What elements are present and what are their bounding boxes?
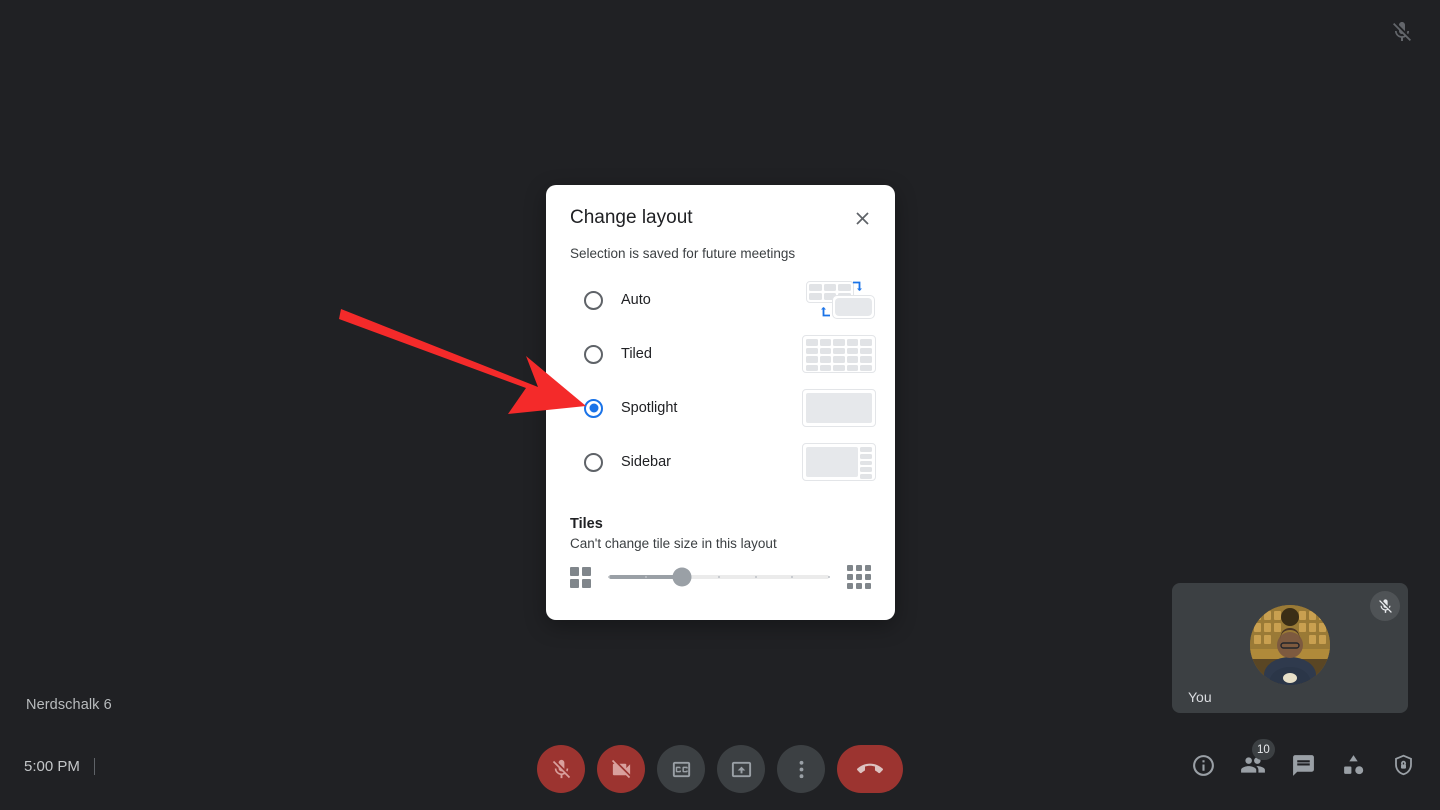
layout-option-label: Auto (621, 292, 651, 308)
microphone-button[interactable] (537, 745, 585, 793)
layout-option-auto[interactable]: Auto (546, 273, 895, 327)
camera-button[interactable] (597, 745, 645, 793)
leave-call-button[interactable] (837, 745, 903, 793)
grid-2x2-icon (570, 566, 591, 588)
layout-options: Auto Tiled Spotlight Sidebar (546, 273, 895, 489)
radio-tiled[interactable] (584, 344, 603, 364)
more-options-button[interactable] (777, 745, 825, 793)
layout-option-label: Tiled (621, 346, 652, 362)
change-layout-dialog: Change layout Selection is saved for fut… (546, 185, 895, 620)
layout-option-label: Spotlight (621, 400, 678, 416)
present-screen-icon (731, 761, 751, 777)
layout-tiled-preview (802, 335, 876, 373)
dialog-title: Change layout (570, 207, 693, 228)
tiles-description: Can't change tile size in this layout (570, 536, 777, 551)
radio-sidebar[interactable] (584, 452, 603, 472)
radio-auto[interactable] (584, 290, 603, 310)
close-button[interactable] (847, 203, 877, 233)
chat-icon (1292, 754, 1314, 776)
activities-icon (1343, 754, 1363, 774)
layout-sidebar-preview (802, 443, 876, 481)
people-button[interactable]: 10 (1240, 739, 1275, 778)
layout-option-label: Sidebar (621, 454, 671, 470)
arrow-up-left-icon (821, 307, 830, 317)
avatar (1250, 605, 1330, 685)
mic-off-icon (1390, 20, 1414, 44)
grid-3x3-icon (847, 565, 871, 589)
self-view-tile[interactable]: You (1172, 583, 1408, 713)
more-vert-icon (799, 760, 803, 778)
host-controls-button[interactable] (1390, 752, 1416, 778)
arrow-down-right-icon (853, 281, 862, 291)
shield-lock-icon (1394, 754, 1412, 775)
people-count-badge: 10 (1252, 739, 1275, 760)
radio-spotlight[interactable] (584, 398, 603, 418)
info-icon (1192, 754, 1214, 776)
tiles-heading: Tiles (570, 516, 603, 532)
layout-option-spotlight[interactable]: Spotlight (546, 381, 895, 435)
layout-option-tiled[interactable]: Tiled (546, 327, 895, 381)
activities-button[interactable] (1340, 752, 1366, 778)
self-view-name: You (1188, 689, 1212, 705)
chat-button[interactable] (1290, 752, 1316, 778)
dialog-subtitle: Selection is saved for future meetings (570, 246, 796, 261)
layout-auto-preview (802, 281, 876, 319)
meeting-name: Nerdschalk 6 (26, 697, 112, 713)
call-end-icon (857, 763, 883, 774)
close-icon (855, 211, 869, 225)
meeting-panel-icons: 10 (1190, 739, 1416, 778)
present-button[interactable] (717, 745, 765, 793)
meeting-details-button[interactable] (1190, 752, 1216, 778)
layout-spotlight-preview (802, 389, 876, 427)
slider-thumb[interactable] (672, 567, 692, 587)
mic-off-icon (552, 759, 570, 778)
tile-size-slider-row (570, 560, 871, 594)
layout-option-sidebar[interactable]: Sidebar (546, 435, 895, 489)
camera-off-icon (611, 759, 630, 778)
captions-button[interactable] (657, 745, 705, 793)
tile-size-slider[interactable] (608, 560, 830, 594)
closed-caption-icon (672, 761, 690, 777)
mic-off-icon (1370, 591, 1400, 621)
meet-screen: Nerdschalk 6 5:00 PM You 10 Change layou… (0, 0, 1440, 810)
